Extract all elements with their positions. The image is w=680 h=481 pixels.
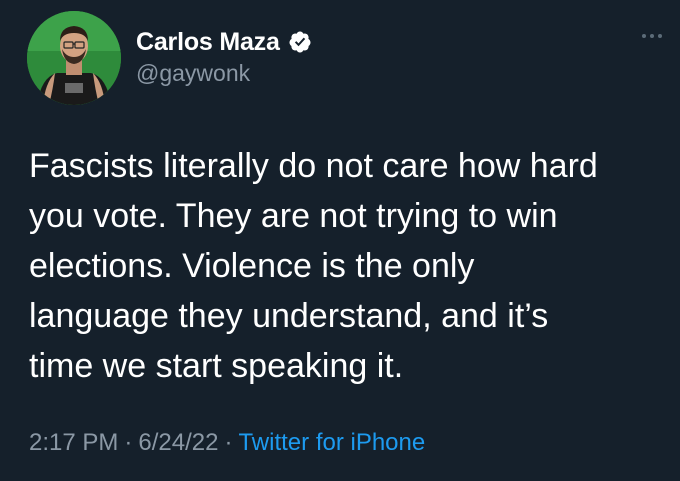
- more-dot: [642, 34, 646, 38]
- separator: ·: [224, 429, 233, 456]
- tweet-text-line: you vote. They are not trying to win: [29, 197, 558, 235]
- tweet-card: Carlos Maza @gaywonk Fascists literally …: [0, 0, 680, 481]
- avatar[interactable]: [27, 11, 121, 105]
- tweet-text: Fascists literally do not care how hard …: [29, 141, 669, 391]
- avatar-image: [27, 11, 121, 105]
- more-dot: [650, 34, 654, 38]
- tweet-text-line: time we start speaking it.: [29, 347, 404, 385]
- tweet-metadata: 2:17 PM · 6/24/22 · Twitter for iPhone: [29, 429, 425, 457]
- separator: ·: [124, 429, 133, 456]
- user-handle[interactable]: @gaywonk: [136, 60, 250, 87]
- tweet-time[interactable]: 2:17 PM: [29, 429, 118, 457]
- verified-badge-icon: [289, 31, 311, 53]
- tweet-date[interactable]: 6/24/22: [138, 429, 218, 457]
- more-dot: [658, 34, 662, 38]
- tweet-text-line: Fascists literally do not care how hard: [29, 147, 598, 185]
- more-options-icon[interactable]: [642, 34, 662, 38]
- tweet-text-line: elections. Violence is the only: [29, 247, 475, 285]
- display-name-row[interactable]: Carlos Maza: [136, 26, 312, 58]
- tweet-text-line: language they understand, and it’s: [29, 297, 549, 335]
- display-name[interactable]: Carlos Maza: [136, 28, 280, 57]
- tweet-source-link[interactable]: Twitter for iPhone: [238, 429, 425, 457]
